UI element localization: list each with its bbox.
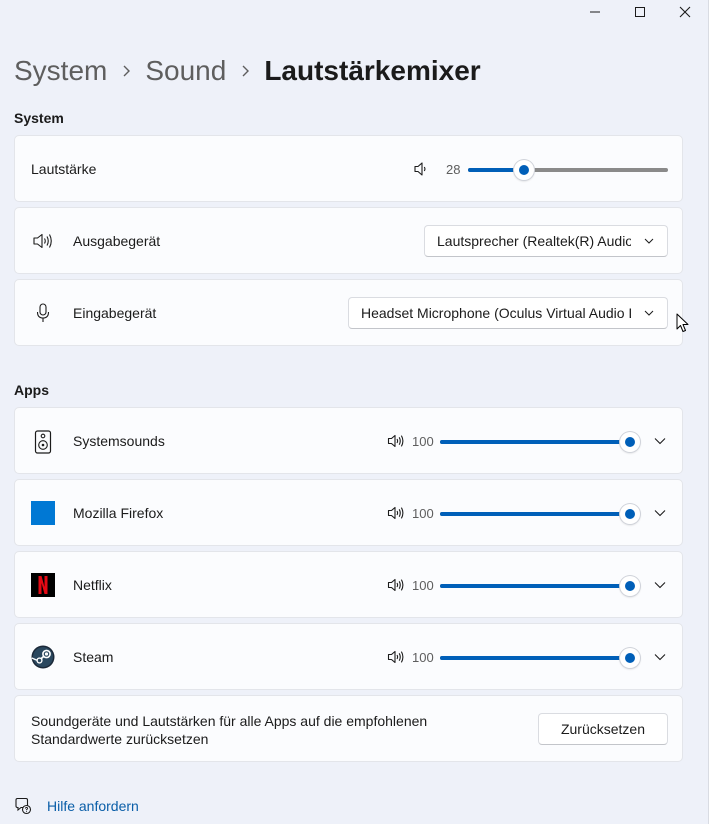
app-volume-slider[interactable] <box>440 432 640 452</box>
speaker-icon[interactable] <box>385 647 407 667</box>
slider-fill <box>440 440 630 444</box>
app-volume-value: 100 <box>412 434 434 449</box>
app-volume-value: 100 <box>412 578 434 593</box>
master-volume-label: Lautstärke <box>31 161 97 177</box>
speaker-icon <box>31 231 55 251</box>
input-device-label: Eingabegerät <box>73 305 157 321</box>
help-icon <box>14 797 34 815</box>
speaker-icon[interactable] <box>385 575 407 595</box>
steam-icon <box>31 645 55 669</box>
app-volume-slider[interactable] <box>440 648 640 668</box>
help-link[interactable]: Hilfe anfordern <box>47 798 139 814</box>
minimize-icon <box>590 11 600 13</box>
reset-description: Soundgeräte und Lautstärken für alle App… <box>31 713 428 747</box>
slider-fill <box>440 584 630 588</box>
maximize-button[interactable] <box>617 0 663 24</box>
output-device-card: Ausgabegerät Lautsprecher (Realtek(R) Au… <box>14 207 683 274</box>
slider-thumb[interactable] <box>620 576 640 596</box>
speaker-icon[interactable] <box>385 503 407 523</box>
expand-button[interactable] <box>648 429 672 453</box>
app-row-netflix[interactable]: Netflix 100 <box>14 551 683 618</box>
chevron-right-icon <box>226 64 264 78</box>
chevron-down-icon <box>654 438 666 445</box>
app-name: Netflix <box>73 577 112 593</box>
chevron-down-icon <box>654 582 666 589</box>
chevron-down-icon <box>654 510 666 517</box>
app-name: Systemsounds <box>73 433 165 449</box>
expand-button[interactable] <box>648 573 672 597</box>
section-header-apps: Apps <box>14 382 49 398</box>
app-name: Mozilla Firefox <box>73 505 164 521</box>
app-volume-slider[interactable] <box>440 576 640 596</box>
app-row-systemsounds[interactable]: Systemsounds 100 <box>14 407 683 474</box>
maximize-icon <box>635 7 645 17</box>
expand-button[interactable] <box>648 501 672 525</box>
slider-fill <box>440 512 630 516</box>
output-device-selected: Lautsprecher (Realtek(R) Audio) <box>437 233 631 249</box>
system-sounds-icon <box>31 429 55 455</box>
firefox-icon <box>31 501 55 525</box>
reset-button[interactable]: Zurücksetzen <box>538 713 668 745</box>
close-icon <box>679 6 691 18</box>
input-device-dropdown[interactable]: Headset Microphone (Oculus Virtual Audio… <box>348 297 668 329</box>
speaker-low-icon[interactable] <box>411 159 431 179</box>
input-device-selected: Headset Microphone (Oculus Virtual Audio… <box>361 305 631 321</box>
input-device-card: Eingabegerät Headset Microphone (Oculus … <box>14 279 683 346</box>
slider-thumb[interactable] <box>620 504 640 524</box>
master-volume-slider[interactable] <box>468 160 668 180</box>
breadcrumb-item-system[interactable]: System <box>14 55 107 87</box>
expand-button[interactable] <box>648 645 672 669</box>
page-title: Lautstärkemixer <box>264 55 481 86</box>
output-device-dropdown[interactable]: Lautsprecher (Realtek(R) Audio) <box>424 225 668 257</box>
app-volume-value: 100 <box>412 506 434 521</box>
output-device-label: Ausgabegerät <box>73 233 161 249</box>
app-volume-value: 100 <box>412 650 434 665</box>
mouse-cursor-icon <box>676 313 690 338</box>
close-button[interactable] <box>662 0 708 24</box>
chevron-right-icon <box>107 64 145 78</box>
app-row-steam[interactable]: Steam 100 <box>14 623 683 690</box>
slider-thumb[interactable] <box>620 648 640 668</box>
chevron-down-icon <box>654 654 666 661</box>
minimize-button[interactable] <box>572 0 618 24</box>
app-volume-slider[interactable] <box>440 504 640 524</box>
microphone-icon <box>33 302 53 324</box>
slider-thumb[interactable] <box>514 160 534 180</box>
netflix-icon <box>31 573 55 597</box>
master-volume-value: 28 <box>446 162 461 177</box>
section-header-system: System <box>14 110 64 126</box>
breadcrumb-item-sound[interactable]: Sound <box>145 55 226 87</box>
slider-fill <box>440 656 630 660</box>
speaker-icon[interactable] <box>385 431 407 451</box>
reset-card: Soundgeräte und Lautstärken für alle App… <box>14 695 683 762</box>
breadcrumb: System Sound Lautstärkemixer <box>14 52 481 90</box>
window-edge <box>708 0 715 824</box>
slider-thumb[interactable] <box>620 432 640 452</box>
chevron-down-icon <box>631 310 667 316</box>
app-name: Steam <box>73 649 114 665</box>
chevron-down-icon <box>631 238 667 244</box>
app-row-firefox[interactable]: Mozilla Firefox 100 <box>14 479 683 546</box>
master-volume-card: Lautstärke 28 <box>14 135 683 202</box>
